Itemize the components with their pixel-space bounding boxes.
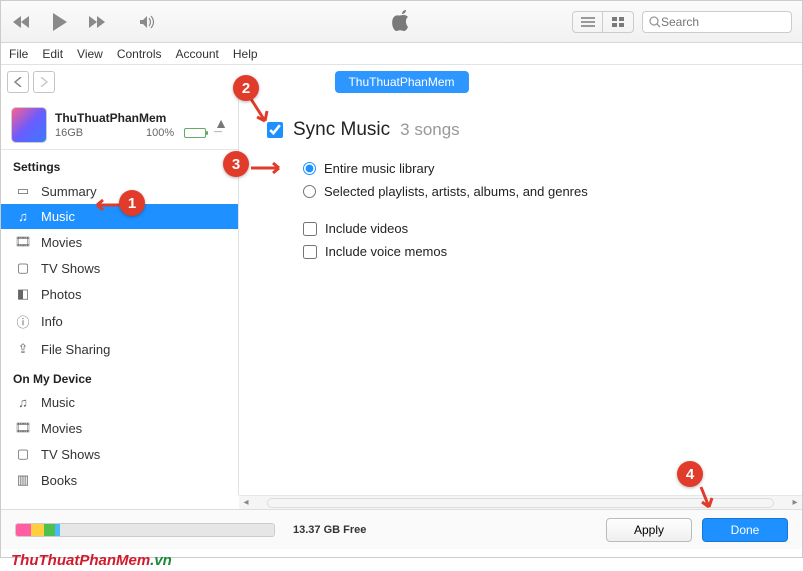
annotation-arrow-icon: [695, 485, 715, 511]
sidebar-item-label: TV Shows: [41, 447, 100, 462]
capacity-seg: [44, 524, 54, 536]
sidebar-section-settings: Settings: [1, 150, 238, 178]
sidebar-item-label: Info: [41, 314, 63, 329]
annotation-callout-4: 4: [677, 461, 703, 487]
tv-icon: ▢: [15, 446, 31, 462]
menu-edit[interactable]: Edit: [42, 47, 63, 61]
movies-icon: 🎞: [15, 420, 31, 436]
content-pane: Sync Music 3 songs Entire music library …: [239, 99, 802, 495]
include-voice-memos-label: Include voice memos: [325, 244, 447, 259]
capacity-seg: [60, 524, 274, 536]
sidebar-ondevice-tvshows[interactable]: ▢ TV Shows: [1, 441, 238, 467]
include-voice-memos-checkbox[interactable]: [303, 245, 317, 259]
watermark-tld: .vn: [150, 552, 172, 569]
sidebar-item-label: Music: [41, 395, 75, 410]
sidebar-item-info[interactable]: ⓘ Info: [1, 307, 238, 336]
info-icon: ⓘ: [15, 312, 31, 331]
menu-account[interactable]: Account: [176, 47, 219, 61]
radio-entire-library[interactable]: [303, 162, 316, 175]
done-button[interactable]: Done: [702, 518, 788, 542]
previous-track-icon[interactable]: [11, 15, 33, 29]
search-box[interactable]: [642, 11, 792, 33]
next-track-icon[interactable]: [87, 15, 109, 29]
device-battery-pct: 100%: [146, 127, 174, 139]
annotation-callout-2: 2: [233, 75, 259, 101]
music-icon: ♫: [15, 395, 31, 410]
eject-icon[interactable]: ▲—: [214, 115, 228, 136]
annotation-callout-3: 3: [223, 151, 249, 177]
watermark: ThuThuatPhanMem.vn: [1, 549, 802, 571]
include-videos-label: Include videos: [325, 221, 408, 236]
apply-button[interactable]: Apply: [606, 518, 692, 542]
radio-selected-playlists[interactable]: [303, 185, 316, 198]
capacity-bar: [15, 523, 275, 537]
sidebar-item-label: Music: [41, 209, 75, 224]
menu-bar: File Edit View Controls Account Help: [1, 43, 802, 65]
menu-controls[interactable]: Controls: [117, 47, 162, 61]
nav-back-button[interactable]: [7, 71, 29, 93]
sidebar-section-ondevice: On My Device: [1, 362, 238, 390]
volume-icon[interactable]: [139, 15, 157, 29]
music-icon: ♫: [15, 209, 31, 224]
menu-help[interactable]: Help: [233, 47, 258, 61]
sync-song-count: 3 songs: [400, 120, 460, 140]
sidebar-ondevice-audiobooks[interactable]: ◎Audiobooks: [1, 493, 238, 495]
annotation-arrow-icon: [247, 97, 271, 127]
apple-logo-icon: [392, 10, 412, 34]
grid-view-icon[interactable]: [603, 12, 633, 32]
playback-toolbar: [1, 1, 802, 43]
sidebar-item-movies[interactable]: 🎞 Movies: [1, 229, 238, 255]
scroll-left-icon[interactable]: ◂: [239, 497, 253, 508]
sync-music-title: Sync Music: [293, 119, 390, 141]
footer-bar: 13.37 GB Free Apply Done: [1, 509, 802, 549]
books-icon: ▥: [15, 472, 31, 488]
sidebar-ondevice-books[interactable]: ▥ Books: [1, 467, 238, 493]
scroll-right-icon[interactable]: ▸: [788, 497, 802, 508]
sidebar-item-label: TV Shows: [41, 261, 100, 276]
device-name: ThuThuatPhanMem: [55, 111, 206, 125]
search-input[interactable]: [661, 15, 771, 29]
sidebar-ondevice-music[interactable]: ♫ Music: [1, 390, 238, 415]
sidebar: ThuThuatPhanMem 16GB 100% ▲— Settings ▭S…: [1, 99, 239, 495]
annotation-arrow-icon: [249, 161, 287, 175]
device-storage: 16GB: [55, 127, 83, 139]
watermark-brand: ThuThuatPhanMem: [11, 552, 150, 569]
capacity-seg: [31, 524, 44, 536]
free-space-label: 13.37 GB Free: [293, 524, 366, 536]
include-videos-checkbox[interactable]: [303, 222, 317, 236]
horizontal-scrollbar[interactable]: ◂ ▸: [239, 495, 802, 509]
menu-view[interactable]: View: [77, 47, 103, 61]
annotation-callout-1: 1: [119, 190, 145, 216]
play-icon[interactable]: [51, 12, 69, 32]
radio-selected-label: Selected playlists, artists, albums, and…: [324, 184, 588, 199]
sidebar-ondevice-movies[interactable]: 🎞 Movies: [1, 415, 238, 441]
summary-icon: ▭: [15, 183, 31, 199]
nav-forward-button[interactable]: [33, 71, 55, 93]
sidebar-item-tvshows[interactable]: ▢ TV Shows: [1, 255, 238, 281]
sidebar-item-label: File Sharing: [41, 342, 110, 357]
sidebar-item-label: Movies: [41, 421, 82, 436]
device-thumbnail-icon: [11, 107, 47, 143]
search-icon: [649, 16, 661, 28]
movies-icon: 🎞: [15, 234, 31, 250]
fileshare-icon: ⇪: [15, 341, 31, 357]
device-header[interactable]: ThuThuatPhanMem 16GB 100% ▲—: [1, 101, 238, 150]
battery-icon: [184, 128, 206, 138]
list-view-icon[interactable]: [573, 12, 603, 32]
sidebar-item-label: Books: [41, 473, 77, 488]
sidebar-item-label: Movies: [41, 235, 82, 250]
capacity-seg: [16, 524, 31, 536]
photos-icon: ◧: [15, 286, 31, 302]
tv-icon: ▢: [15, 260, 31, 276]
device-tab[interactable]: ThuThuatPhanMem: [334, 71, 468, 93]
view-switcher[interactable]: [572, 11, 634, 33]
radio-entire-label: Entire music library: [324, 161, 435, 176]
sidebar-item-label: Photos: [41, 287, 81, 302]
sidebar-item-photos[interactable]: ◧ Photos: [1, 281, 238, 307]
navigation-strip: ThuThuatPhanMem: [1, 65, 802, 99]
sidebar-item-filesharing[interactable]: ⇪ File Sharing: [1, 336, 238, 362]
menu-file[interactable]: File: [9, 47, 28, 61]
